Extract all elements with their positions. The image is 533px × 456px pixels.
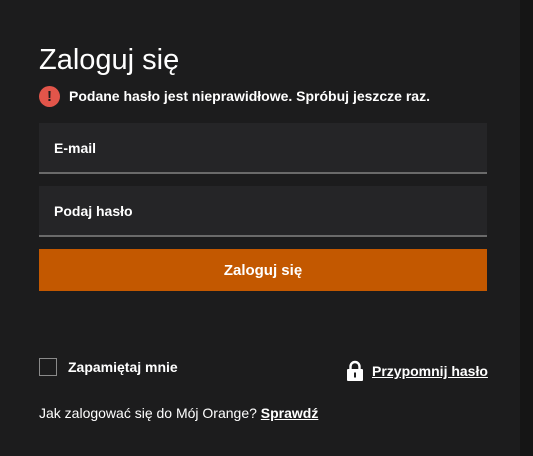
help-text: Jak zalogować się do Mój Orange? [39,405,257,421]
password-field[interactable] [39,186,487,235]
help-link[interactable]: Sprawdź [261,405,319,421]
email-field-container [39,123,487,174]
remember-me-label: Zapamiętaj mnie [68,359,178,375]
login-button[interactable]: Zaloguj się [39,249,487,291]
remember-me-checkbox[interactable] [39,358,57,376]
email-field[interactable] [39,123,487,172]
exclamation-circle-icon: ! [39,85,60,107]
page-title: Zaloguj się [39,44,180,76]
lock-icon [347,360,363,381]
forgot-password-label: Przypomnij hasło [372,363,488,379]
help-row: Jak zalogować się do Mój Orange? Sprawdź [39,405,318,421]
login-panel: Zaloguj się ! Podane hasło jest nieprawi… [0,0,520,456]
error-text: Podane hasło jest nieprawidłowe. Spróbuj… [69,88,430,104]
password-field-container [39,186,487,237]
error-message: ! Podane hasło jest nieprawidłowe. Sprób… [39,85,430,107]
forgot-password-link[interactable]: Przypomnij hasło [346,360,488,382]
remember-me[interactable]: Zapamiętaj mnie [39,358,178,376]
